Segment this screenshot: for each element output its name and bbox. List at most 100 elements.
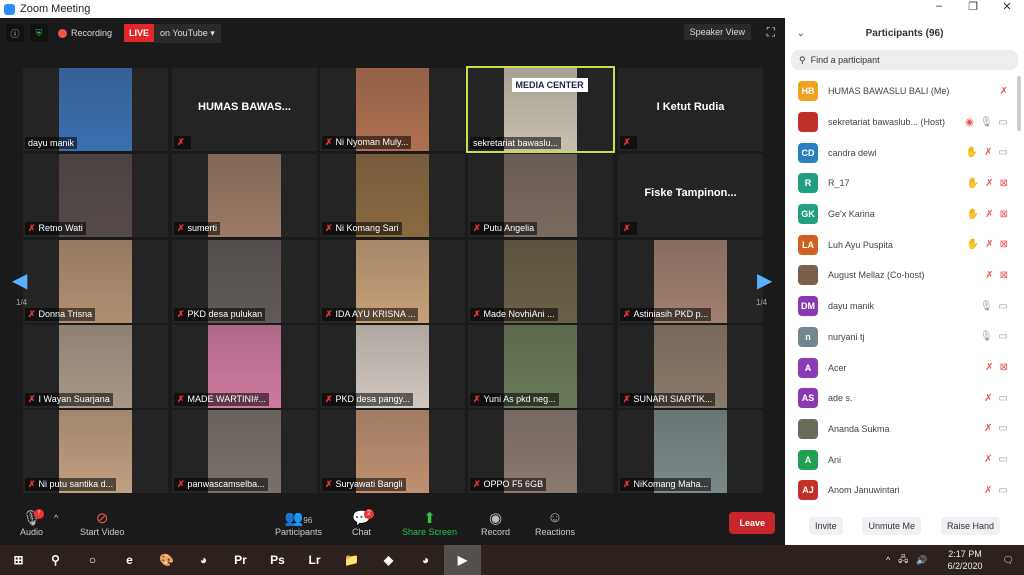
participant-row[interactable]: AJ Anom Januwintari ✗ ▭ <box>785 475 1024 506</box>
participant-row[interactable]: Ananda Sukma ✗ ▭ <box>785 414 1024 445</box>
video-tile[interactable]: ✗ PKD desa pangy... <box>320 325 465 408</box>
zoom-icon[interactable]: ▶ <box>444 545 481 575</box>
system-clock[interactable]: 2:17 PM 6/2/2020 <box>948 548 983 572</box>
video-off-icon[interactable]: ⊠ <box>1000 178 1008 189</box>
mic-muted-icon[interactable]: ✗ <box>985 270 993 281</box>
cortana-icon[interactable]: ○ <box>74 545 111 575</box>
video-tile[interactable]: ✗ NiKomang Maha... <box>618 410 763 493</box>
participant-row[interactable]: A Acer ✗ ⊠ <box>785 352 1024 383</box>
video-tile[interactable]: ✗ Yuni As pkd neg... <box>468 325 613 408</box>
search-icon[interactable]: ⚲ <box>37 545 74 575</box>
mic-muted-icon[interactable]: ✗ <box>984 147 992 158</box>
participant-row[interactable]: HB HUMAS BAWASLU BALI (Me) ✗ <box>785 76 1024 107</box>
video-tile[interactable]: ✗ Astiniasih PKD p... <box>618 240 763 323</box>
participant-search-input[interactable]: ⚲ Find a participant <box>791 50 1018 70</box>
video-icon[interactable]: ▭ <box>999 454 1008 465</box>
participant-row[interactable]: DM dayu manik 🎙 ▭ <box>785 291 1024 322</box>
video-tile[interactable]: ✗ Ni putu santika d... <box>23 410 168 493</box>
network-icon[interactable]: 🖧 <box>898 552 908 568</box>
participant-row[interactable]: sekretariat bawaslub... (Host) ◉ 🎙 ▭ <box>785 107 1024 138</box>
video-tile[interactable]: ✗ OPPO F5 6GB <box>468 410 613 493</box>
video-off-icon[interactable]: ⊠ <box>1000 239 1008 250</box>
audio-button[interactable]: 🎙! Audio <box>20 509 44 537</box>
video-icon[interactable]: ▭ <box>999 117 1008 128</box>
prev-page-arrow[interactable]: ◀ <box>12 268 27 293</box>
video-off-icon[interactable]: ⊠ <box>1000 209 1008 220</box>
raised-hand-icon[interactable]: ✋ <box>967 178 979 189</box>
raised-hand-icon[interactable]: ✋ <box>967 209 979 220</box>
video-tile[interactable]: ✗ Made NovhiAni ... <box>468 240 613 323</box>
participant-row[interactable]: CD candra dewi ✋ ✗ ▭ <box>785 137 1024 168</box>
mic-muted-icon[interactable]: ✗ <box>984 454 992 465</box>
participants-button[interactable]: 👥96 Participants <box>275 509 322 537</box>
participant-row[interactable]: AS ade s. ✗ ▭ <box>785 383 1024 414</box>
collapse-chevron-icon[interactable]: ⌄ <box>797 28 805 39</box>
reactions-button[interactable]: ☺ Reactions <box>535 509 575 537</box>
video-tile[interactable]: ✗ Suryawati Bangli <box>320 410 465 493</box>
video-tile[interactable]: ✗ Ni Komang Sari <box>320 154 465 237</box>
lightroom-icon[interactable]: Lr <box>296 545 333 575</box>
maximize-button[interactable]: ❐ <box>956 0 990 13</box>
photoshop-icon[interactable]: Ps <box>259 545 296 575</box>
info-icon[interactable]: ⓘ <box>6 24 24 42</box>
coreldraw-icon[interactable]: ◆ <box>370 545 407 575</box>
chrome-user-icon[interactable]: ◕ <box>407 545 444 575</box>
next-page-arrow[interactable]: ▶ <box>757 268 772 293</box>
video-icon[interactable]: ▭ <box>999 393 1008 404</box>
participant-row[interactable]: n nuryani tj 🎙 ▭ <box>785 322 1024 353</box>
participant-row[interactable]: GK Ge'x Karina ✋ ✗ ⊠ <box>785 199 1024 230</box>
fullscreen-icon[interactable]: ⛶ <box>767 25 775 40</box>
video-tile[interactable]: ✗ IDA AYU KRISNA ... <box>320 240 465 323</box>
start-icon[interactable]: ⊞ <box>0 545 37 575</box>
video-icon[interactable]: ▭ <box>999 485 1008 496</box>
notifications-icon[interactable]: 🗨 <box>1003 555 1014 566</box>
mic-muted-icon[interactable]: ✗ <box>984 485 992 496</box>
mic-muted-icon[interactable]: ✗ <box>984 423 992 434</box>
raise-hand-button[interactable]: Raise Hand <box>940 517 1000 535</box>
video-off-icon[interactable]: ⊠ <box>1000 362 1008 373</box>
video-icon[interactable]: ▭ <box>999 147 1008 158</box>
video-icon[interactable]: ▭ <box>999 331 1008 342</box>
video-tile[interactable]: ✗ MADE WARTINI#... <box>172 325 317 408</box>
video-tile[interactable]: ✗ SUNARI SIARTIK... <box>618 325 763 408</box>
microphone-icon[interactable]: 🎙 <box>980 117 993 128</box>
invite-button[interactable]: Invite <box>808 517 843 535</box>
mic-muted-icon[interactable]: ✗ <box>985 178 993 189</box>
mic-muted-icon[interactable]: ✗ <box>984 393 992 404</box>
chrome-icon[interactable]: ◕ <box>185 545 222 575</box>
audio-options-chevron[interactable]: ^ <box>54 513 58 523</box>
paint-icon[interactable]: 🎨 <box>148 545 185 575</box>
video-tile[interactable]: ✗ sumerti <box>172 154 317 237</box>
video-tile[interactable]: ✗ Putu Angelia <box>468 154 613 237</box>
volume-icon[interactable]: 🔊 <box>916 555 927 566</box>
video-tile[interactable]: ✗ panwascamselba... <box>172 410 317 493</box>
video-tile[interactable]: ✗ Retno Wati <box>23 154 168 237</box>
live-target-dropdown[interactable]: on YouTube ▾ <box>154 23 221 43</box>
participant-row[interactable]: R R_17 ✋ ✗ ⊠ <box>785 168 1024 199</box>
video-tile[interactable]: ✗ PKD desa pulukan <box>172 240 317 323</box>
video-tile[interactable]: ✗ Donna Trisna <box>23 240 168 323</box>
live-badge[interactable]: LIVE <box>124 24 155 42</box>
leave-button[interactable]: Leave <box>729 512 775 534</box>
mic-muted-icon[interactable]: ✗ <box>985 239 993 250</box>
speaker-view-button[interactable]: Speaker View <box>683 24 751 40</box>
edge-icon[interactable]: e <box>111 545 148 575</box>
video-tile[interactable]: HUMAS BAWAS... ✗ <box>172 68 317 151</box>
premiere-icon[interactable]: Pr <box>222 545 259 575</box>
video-tile[interactable]: ✗ I Wayan Suarjana <box>23 325 168 408</box>
recording-icon[interactable]: ◉ <box>965 117 974 128</box>
security-shield-icon[interactable]: ⛨ <box>30 24 48 42</box>
tray-overflow-icon[interactable]: ^ <box>886 555 890 565</box>
raised-hand-icon[interactable]: ✋ <box>967 239 979 250</box>
participant-list-scrollbar[interactable] <box>1017 76 1021 131</box>
video-off-icon[interactable]: ⊠ <box>1000 270 1008 281</box>
explorer-icon[interactable]: 📁 <box>333 545 370 575</box>
video-tile[interactable]: ✗ Ni Nyoman Muly... <box>320 68 465 151</box>
participant-row[interactable]: A Ani ✗ ▭ <box>785 444 1024 475</box>
video-tile[interactable]: dayu manik <box>23 68 168 151</box>
minimize-button[interactable]: – <box>922 0 956 13</box>
video-tile[interactable]: I Ketut Rudia ✗ <box>618 68 763 151</box>
close-button[interactable]: ✕ <box>990 0 1024 13</box>
chat-button[interactable]: 💬 2 Chat <box>352 509 374 537</box>
share-screen-button[interactable]: ⬆ Share Screen <box>402 509 457 537</box>
